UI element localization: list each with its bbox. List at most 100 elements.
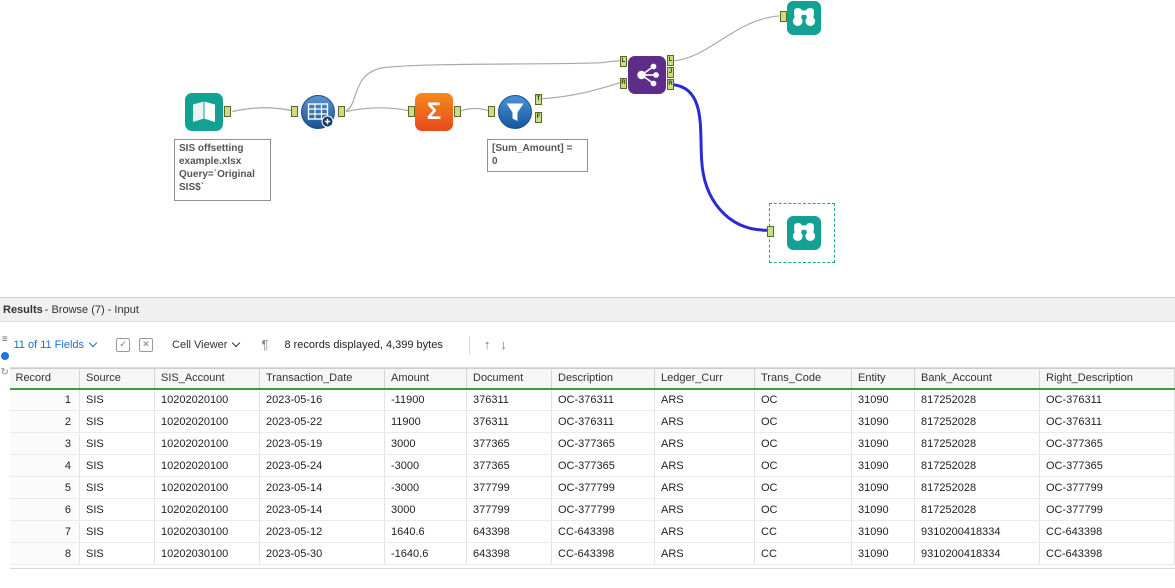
input-tool-annotation[interactable]: SIS offsetting example.xlsx Query=`Origi…	[174, 139, 271, 201]
table-cell[interactable]: OC-377365	[1039, 454, 1175, 477]
column-header-record[interactable]: Record	[9, 368, 80, 390]
column-header[interactable]: Entity	[851, 368, 915, 390]
table-cell[interactable]: 1640.6	[384, 520, 467, 543]
column-header[interactable]: Bank_Account	[914, 368, 1040, 390]
table-cell[interactable]: OC-377365	[551, 432, 655, 455]
table-cell[interactable]: ARS	[654, 476, 755, 499]
connection-wire[interactable]	[673, 15, 780, 62]
workflow-canvas[interactable]: Σ T F L R L J R SIS offsetting example.x…	[0, 0, 1175, 298]
table-cell[interactable]: -11900	[384, 388, 467, 411]
column-header[interactable]: Trans_Code	[754, 368, 852, 390]
connection-wire[interactable]	[232, 107, 293, 113]
summarize-output-anchor[interactable]	[454, 106, 461, 117]
table-cell[interactable]: CC-643398	[1039, 520, 1175, 543]
browse-tool-bottom[interactable]	[787, 216, 821, 250]
table-cell[interactable]: SIS	[79, 476, 155, 499]
table-cell[interactable]: CC	[754, 520, 852, 543]
column-header[interactable]: Ledger_Curr	[654, 368, 755, 390]
table-cell[interactable]: OC-377799	[551, 476, 655, 499]
filter-true-anchor[interactable]: T	[535, 94, 542, 105]
table-cell[interactable]: OC	[754, 410, 852, 433]
record-number-cell[interactable]: 2	[9, 410, 80, 433]
table-cell[interactable]: 31090	[851, 388, 915, 411]
browse-bottom-input-anchor[interactable]	[767, 226, 774, 237]
table-cell[interactable]: OC	[754, 432, 852, 455]
table-cell[interactable]: 643398	[466, 520, 552, 543]
table-cell[interactable]: 10202020100	[154, 498, 260, 521]
connection-wire[interactable]	[461, 107, 489, 112]
join-output-join-anchor[interactable]: J	[667, 67, 674, 78]
table-cell[interactable]: CC-643398	[551, 520, 655, 543]
column-header[interactable]: Source	[79, 368, 155, 390]
summarize-input-anchor[interactable]	[408, 106, 415, 117]
record-number-cell[interactable]: 8	[9, 542, 80, 565]
table-cell[interactable]: 10202030100	[154, 542, 260, 565]
table-cell[interactable]: 817252028	[914, 410, 1040, 433]
table-cell[interactable]: 2023-05-22	[259, 410, 385, 433]
table-cell[interactable]: OC	[754, 498, 852, 521]
table-cell[interactable]: ARS	[654, 410, 755, 433]
column-header[interactable]: SIS_Account	[154, 368, 260, 390]
column-header[interactable]: Document	[466, 368, 552, 390]
table-cell[interactable]: 2023-05-12	[259, 520, 385, 543]
table-cell[interactable]: SIS	[79, 498, 155, 521]
refresh-icon[interactable]: ↻	[1, 368, 9, 378]
table-cell[interactable]: 2023-05-24	[259, 454, 385, 477]
join-output-right-anchor[interactable]: R	[667, 79, 674, 90]
table-cell[interactable]: 10202020100	[154, 476, 260, 499]
join-input-left-anchor[interactable]: L	[620, 56, 627, 67]
column-header[interactable]: Amount	[384, 368, 467, 390]
table-cell[interactable]: OC-376311	[551, 410, 655, 433]
table-cell[interactable]: 10202030100	[154, 520, 260, 543]
table-cell[interactable]: 31090	[851, 432, 915, 455]
table-cell[interactable]: 9310200418334	[914, 542, 1040, 565]
panel-menu-icon[interactable]: ≡	[2, 335, 8, 345]
cell-viewer-dropdown[interactable]: Cell Viewer	[172, 339, 241, 351]
table-cell[interactable]: OC	[754, 388, 852, 411]
table-cell[interactable]: 643398	[466, 542, 552, 565]
table-cell[interactable]: OC-377365	[551, 454, 655, 477]
connection-wire-selected[interactable]	[672, 83, 768, 232]
table-cell[interactable]: 2023-05-30	[259, 542, 385, 565]
table-cell[interactable]: OC-376311	[1039, 388, 1175, 411]
table-cell[interactable]: -3000	[384, 454, 467, 477]
table-cell[interactable]: 377799	[466, 476, 552, 499]
table-cell[interactable]: 817252028	[914, 432, 1040, 455]
column-header[interactable]: Description	[551, 368, 655, 390]
table-cell[interactable]: OC-377799	[551, 498, 655, 521]
filter-input-anchor[interactable]	[488, 106, 495, 117]
filter-tool[interactable]	[496, 93, 534, 131]
table-cell[interactable]: ARS	[654, 388, 755, 411]
table-cell[interactable]: 2023-05-14	[259, 498, 385, 521]
record-number-cell[interactable]: 4	[9, 454, 80, 477]
input-output-anchor[interactable]	[224, 106, 231, 117]
table-cell[interactable]: OC-377799	[1039, 498, 1175, 521]
table-cell[interactable]: 817252028	[914, 498, 1040, 521]
column-header[interactable]: Right_Description	[1039, 368, 1175, 390]
record-number-cell[interactable]: 7	[9, 520, 80, 543]
table-cell[interactable]: 2023-05-16	[259, 388, 385, 411]
table-cell[interactable]: 2023-05-19	[259, 432, 385, 455]
table-cell[interactable]: CC-643398	[551, 542, 655, 565]
table-cell[interactable]: SIS	[79, 542, 155, 565]
record-number-cell[interactable]: 3	[9, 432, 80, 455]
table-cell[interactable]: 817252028	[914, 476, 1040, 499]
table-cell[interactable]: 31090	[851, 498, 915, 521]
column-header[interactable]: Transaction_Date	[259, 368, 385, 390]
table-cell[interactable]: ARS	[654, 498, 755, 521]
table-cell[interactable]: 3000	[384, 432, 467, 455]
filter-tool-annotation[interactable]: [Sum_Amount] = 0	[487, 139, 588, 172]
join-output-left-anchor[interactable]: L	[667, 55, 674, 66]
whitespace-toggle-icon[interactable]: ¶	[261, 337, 268, 352]
table-cell[interactable]: ARS	[654, 520, 755, 543]
formula-input-anchor[interactable]	[291, 106, 298, 117]
table-cell[interactable]: SIS	[79, 388, 155, 411]
table-cell[interactable]: OC-377365	[1039, 432, 1175, 455]
deselect-icon[interactable]: ✕	[139, 337, 154, 352]
table-cell[interactable]: CC	[754, 542, 852, 565]
browse-top-input-anchor[interactable]	[780, 11, 787, 22]
fields-dropdown[interactable]: 11 of 11 Fields	[14, 339, 98, 351]
table-cell[interactable]: OC	[754, 454, 852, 477]
table-cell[interactable]: 376311	[466, 388, 552, 411]
table-cell[interactable]: 377365	[466, 432, 552, 455]
